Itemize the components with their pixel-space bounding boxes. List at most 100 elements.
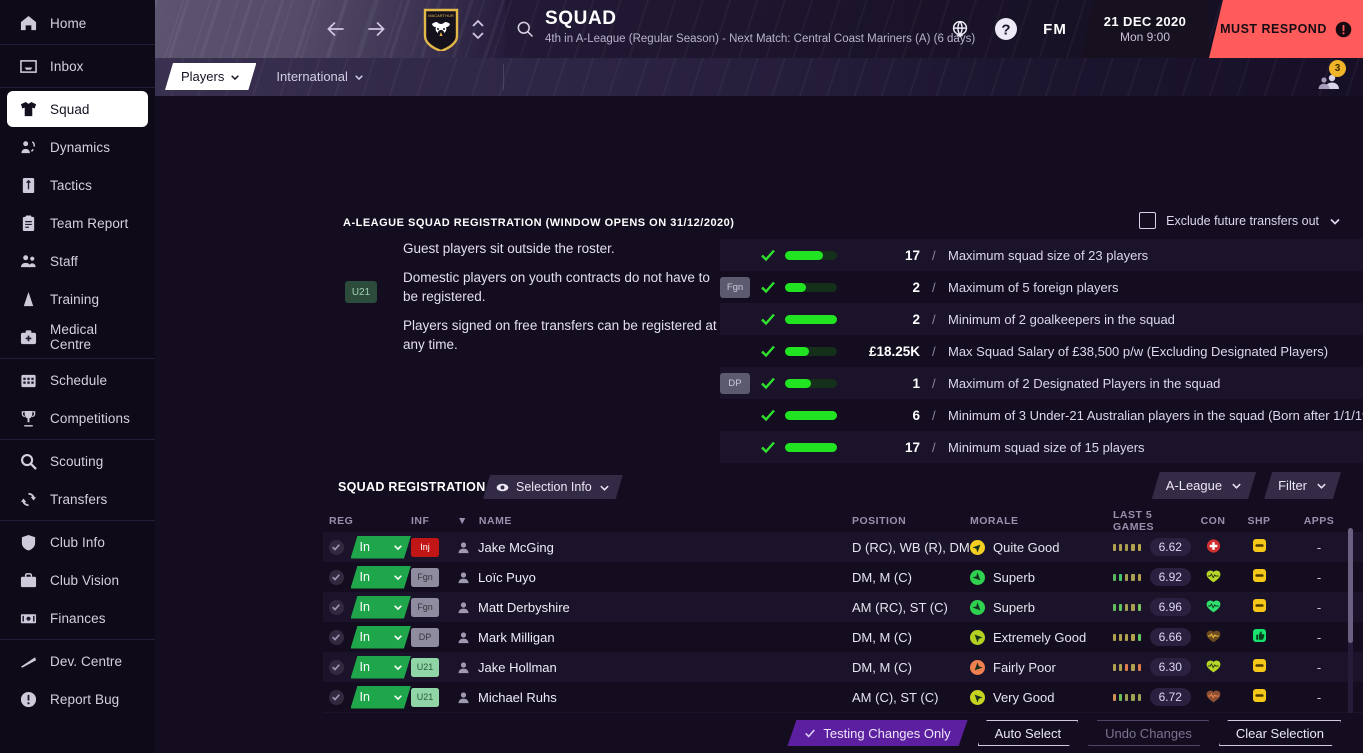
player-tag-badge[interactable]: DP [411, 628, 439, 647]
player-name[interactable]: Michael Ruhs [478, 690, 557, 705]
table-header-row: REGINF▼NAMEPOSITIONMORALELAST 5 GAMESCON… [323, 510, 1363, 532]
player-name[interactable]: Jake McGing [478, 540, 554, 555]
tab-players[interactable]: Players [165, 63, 256, 90]
player-name[interactable]: Mark Milligan [478, 630, 555, 645]
sidebar-item-squad[interactable]: Squad [7, 91, 148, 127]
row-select-checkbox[interactable] [329, 600, 344, 615]
sidebar-item-staff[interactable]: Staff [7, 243, 148, 279]
sidebar-item-medical-centre[interactable]: Medical Centre [7, 319, 148, 355]
fm-logo[interactable]: FM [1029, 0, 1081, 58]
team-switch-stepper[interactable] [469, 16, 487, 42]
sidebar-item-transfers[interactable]: Transfers [7, 481, 148, 517]
sidebar-item-report-bug[interactable]: Report Bug [7, 681, 148, 717]
clear-selection-button[interactable]: Clear Selection [1219, 720, 1341, 746]
undo-changes-button[interactable]: Undo Changes [1088, 720, 1209, 746]
sidebar-divider [0, 439, 155, 440]
player-tag-badge[interactable]: Fgn [411, 568, 439, 587]
sidebar-item-home[interactable]: Home [7, 5, 148, 41]
player-name[interactable]: Jake Hollman [478, 660, 557, 675]
back-arrow-icon[interactable] [323, 16, 349, 42]
row-select-checkbox[interactable] [329, 690, 344, 705]
player-avatar-icon [457, 631, 470, 644]
column-header-con[interactable]: CON [1191, 515, 1235, 527]
registration-note: Guest players sit outside the roster. [403, 239, 720, 259]
sidebar-item-inbox[interactable]: Inbox [7, 48, 148, 84]
globe-icon[interactable] [937, 0, 983, 58]
row-select-checkbox[interactable] [329, 660, 344, 675]
sidebar-item-finances[interactable]: Finances [7, 600, 148, 636]
sidebar-item-club-vision[interactable]: Club Vision [7, 562, 148, 598]
sidebar-item-scouting[interactable]: Scouting [7, 443, 148, 479]
player-tag-badge[interactable]: Fgn [411, 598, 439, 617]
column-header-reg[interactable]: REG [323, 515, 411, 527]
row-select-checkbox[interactable] [329, 570, 344, 585]
exclude-future-transfers-toggle[interactable]: Exclude future transfers out [1139, 212, 1341, 229]
page-title: SQUAD [545, 8, 975, 30]
sidebar-item-club-info[interactable]: Club Info [7, 524, 148, 560]
check-icon [760, 375, 776, 391]
table-row[interactable]: In Fgn Loïc Puyo DM, M (C) Superb 6.92 -… [323, 562, 1363, 592]
filter-dropdown[interactable]: Filter [1264, 472, 1341, 499]
rule-text: Minimum squad size of 15 players [948, 440, 1145, 455]
registration-status-dropdown[interactable]: In [351, 626, 412, 649]
sort-arrow-icon[interactable]: ▼ [457, 515, 468, 527]
tab-list: Players International [165, 63, 380, 90]
must-respond-button[interactable]: MUST RESPOND [1209, 0, 1363, 58]
row-select-checkbox[interactable] [329, 630, 344, 645]
sidebar-item-team-report[interactable]: Team Report [7, 205, 148, 241]
selection-info-button[interactable]: Selection Info [483, 475, 623, 499]
chevron-down-icon[interactable] [1329, 215, 1341, 227]
player-tag-badge[interactable]: U21 [411, 688, 439, 707]
auto-select-button[interactable]: Auto Select [978, 720, 1079, 746]
column-header-shp[interactable]: SHP [1235, 515, 1283, 527]
player-tag-badge[interactable]: Inj [411, 538, 439, 557]
sidebar-item-training[interactable]: Training [7, 281, 148, 317]
club-crest-icon[interactable]: MACARTHUR [423, 8, 459, 51]
registration-cell: In [323, 566, 411, 589]
league-filter-dropdown[interactable]: A-League [1152, 472, 1256, 499]
exclude-checkbox[interactable] [1139, 212, 1156, 229]
registration-status-dropdown[interactable]: In [351, 566, 412, 589]
search-icon[interactable] [515, 19, 535, 39]
rule-value: 17 [845, 440, 920, 455]
registration-status-dropdown[interactable]: In [351, 686, 412, 709]
svg-text:?: ? [1001, 22, 1010, 39]
forward-arrow-icon[interactable] [363, 16, 389, 42]
help-icon[interactable]: ? [983, 0, 1029, 58]
sidebar-item-dynamics[interactable]: Dynamics [7, 129, 148, 165]
morale-arrow-icon [970, 630, 985, 645]
registration-status-dropdown[interactable]: In [351, 536, 412, 559]
column-header-apps[interactable]: APPS [1283, 515, 1355, 527]
game-date: 21 DEC 2020 Mon 9:00 [1081, 0, 1209, 58]
table-row[interactable]: In Fgn Matt Derbyshire AM (RC), ST (C) S… [323, 592, 1363, 622]
table-row[interactable]: In DP Mark Milligan DM, M (C) Extremely … [323, 622, 1363, 652]
table-row[interactable]: In Inj Jake McGing D (RC), WB (R), DM Qu… [323, 532, 1363, 562]
last-game-marker [1138, 664, 1141, 671]
sidebar-item-tactics[interactable]: Tactics [7, 167, 148, 203]
sidebar-item-schedule[interactable]: Schedule [7, 362, 148, 398]
condition-cell [1191, 689, 1235, 706]
column-header-last-5-games[interactable]: LAST 5 GAMES [1113, 509, 1191, 533]
sharpness-cell [1235, 628, 1283, 646]
table-row[interactable]: In U21 Jake Hollman DM, M (C) Fairly Poo… [323, 652, 1363, 682]
last-game-marker [1119, 664, 1122, 671]
registration-status-dropdown[interactable]: In [351, 656, 412, 679]
tab-international[interactable]: International [260, 63, 380, 90]
sidebar-item-competitions[interactable]: Competitions [7, 400, 148, 436]
sidebar-item-dev-centre[interactable]: Dev. Centre [7, 643, 148, 679]
staff-notification-button[interactable]: 3 [1315, 62, 1349, 92]
column-header-inf[interactable]: INF [411, 515, 457, 527]
table-row[interactable]: In U21 Michael Ruhs AM (C), ST (C) Very … [323, 682, 1363, 712]
player-name[interactable]: Matt Derbyshire [478, 600, 570, 615]
testing-changes-only-button[interactable]: Testing Changes Only [787, 720, 967, 746]
player-name[interactable]: Loïc Puyo [478, 570, 536, 585]
last-game-marker [1125, 544, 1128, 551]
column-header-morale[interactable]: MORALE [970, 515, 1113, 527]
column-header-name[interactable]: ▼NAME [457, 515, 852, 527]
column-header-position[interactable]: POSITION [852, 515, 970, 527]
registration-status-dropdown[interactable]: In [351, 596, 412, 619]
column-header-gls[interactable]: GLS [1355, 515, 1363, 527]
column-header-label: SHP [1247, 515, 1270, 527]
player-tag-badge[interactable]: U21 [411, 658, 439, 677]
row-select-checkbox[interactable] [329, 540, 344, 555]
